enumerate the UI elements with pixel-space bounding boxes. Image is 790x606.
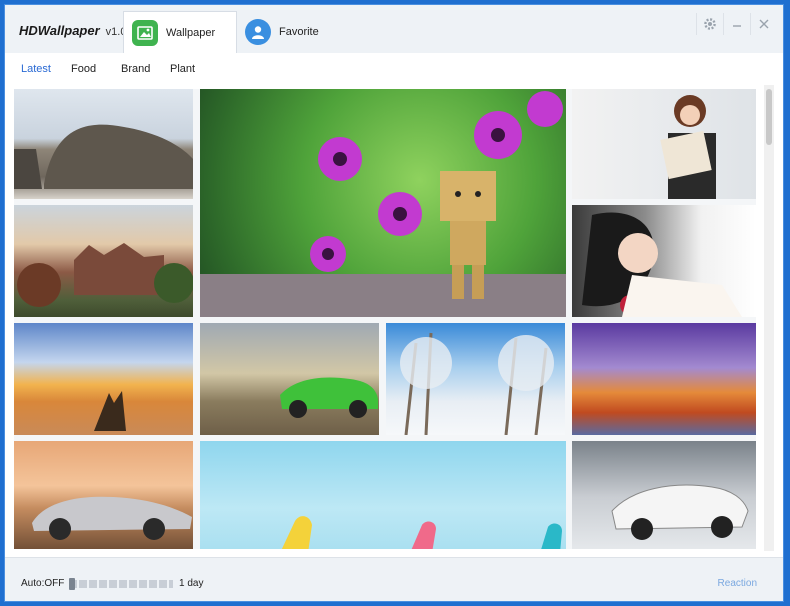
reaction-link[interactable]: Reaction [718,578,757,589]
wallpaper-thumbnail[interactable] [14,323,193,435]
wallpaper-thumbnail[interactable] [572,205,756,317]
interval-slider[interactable] [69,578,173,590]
tab-favorite[interactable]: Favorite [237,11,337,53]
category-latest[interactable]: Latest [21,63,51,75]
wallpaper-thumbnail[interactable] [200,89,566,317]
wallpaper-thumbnail[interactable] [14,89,193,199]
interval-slider-knob[interactable] [69,578,75,590]
wallpaper-thumbnail[interactable] [14,205,193,317]
wallpaper-thumbnail[interactable] [14,441,193,549]
auto-change-label[interactable]: Auto:OFF [21,578,64,589]
image-icon [132,20,158,46]
gear-icon[interactable] [696,13,723,35]
wallpaper-thumbnail[interactable] [572,441,756,549]
app-window: HDWallpaper v1.0 Wallpaper Favorite Late… [4,4,784,602]
tab-favorite-label: Favorite [279,26,319,38]
interval-value: 1 day [179,578,204,589]
tab-wallpaper-label: Wallpaper [166,27,216,39]
minimize-icon[interactable] [723,13,750,35]
wallpaper-thumbnail[interactable] [572,89,756,199]
wallpaper-thumbnail[interactable] [200,323,379,435]
window-controls [696,13,777,35]
scrollbar-thumb[interactable] [766,89,772,145]
wallpaper-thumbnail[interactable] [572,323,756,435]
user-icon [245,19,271,45]
title-bar: HDWallpaper v1.0 Wallpaper Favorite [5,5,783,54]
close-icon[interactable] [750,13,777,35]
app-brand: HDWallpaper v1.0 [19,23,126,38]
status-bar: Auto:OFF 1 day Reaction [5,557,783,601]
category-food[interactable]: Food [71,63,96,75]
category-plant[interactable]: Plant [170,63,195,75]
category-bar: Latest Food Brand Plant [5,53,783,87]
wallpaper-thumbnail[interactable] [200,441,566,549]
vertical-scrollbar[interactable] [764,85,774,551]
wallpaper-thumbnail[interactable] [386,323,565,435]
category-brand[interactable]: Brand [121,63,150,75]
app-title: HDWallpaper [19,23,100,38]
wallpaper-grid [14,89,756,549]
tab-wallpaper[interactable]: Wallpaper [123,11,237,54]
